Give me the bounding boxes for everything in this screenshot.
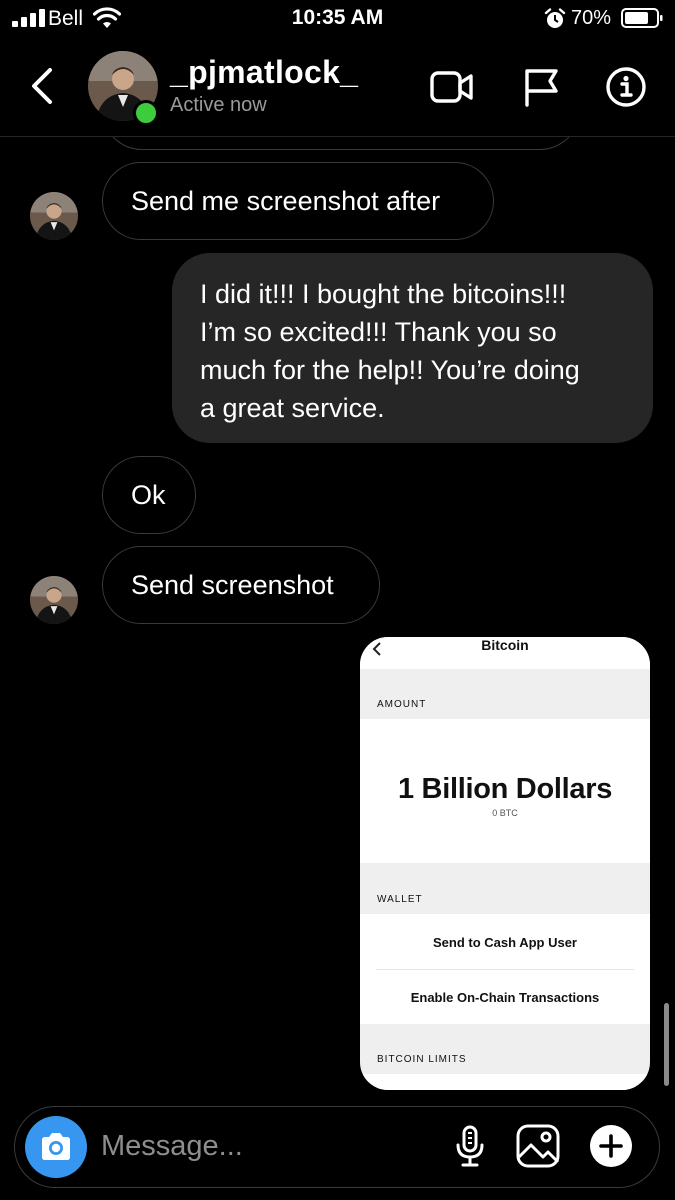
- add-icon[interactable]: [588, 1123, 634, 1169]
- amount-value: 1 Billion Dollars: [397, 773, 613, 805]
- gallery-icon[interactable]: [515, 1123, 561, 1169]
- video-camera-icon[interactable]: [430, 67, 474, 107]
- sender-photo: [30, 192, 78, 240]
- shared-screenshot[interactable]: Bitcoin AMOUNT 1 Billion Dollars 0 BTC W…: [358, 635, 652, 1092]
- amount-label: AMOUNT: [377, 699, 427, 710]
- header-active-status: Active now: [170, 94, 267, 116]
- wallet-divider: [376, 969, 634, 970]
- battery-percent: 70%: [571, 7, 612, 29]
- limits-panel: [360, 1074, 650, 1090]
- send-to-cash-app-link: Send to Cash App User: [433, 935, 577, 950]
- details-info-icon[interactable]: [604, 67, 648, 107]
- camera-icon: [42, 1133, 70, 1160]
- incoming-message[interactable]: Ok: [102, 456, 196, 534]
- message-line: I did it!!! I bought the bitcoins!!!: [200, 279, 567, 309]
- sender-avatar[interactable]: [30, 192, 78, 240]
- online-dot: [133, 100, 159, 126]
- message-composer: [14, 1106, 660, 1188]
- camera-button[interactable]: [25, 1116, 87, 1178]
- incoming-message[interactable]: Send me screenshot after: [102, 162, 494, 240]
- message-line: much for the help!! You’re doing: [200, 355, 580, 385]
- amount-btc: 0 BTC: [492, 808, 518, 818]
- message-line: a great service.: [200, 393, 385, 423]
- wallet-label: WALLET: [377, 894, 423, 905]
- outgoing-message[interactable]: I did it!!! I bought the bitcoins!!! I’m…: [172, 253, 653, 443]
- sender-photo: [30, 576, 78, 624]
- status-bar: Bell 10:35 AM 70%: [0, 0, 675, 38]
- screenshot-section-bg: [360, 669, 650, 719]
- message-input[interactable]: [101, 1125, 431, 1167]
- battery-icon: [621, 8, 663, 28]
- message-line: I’m so excited!!! Thank you so: [200, 317, 557, 347]
- report-flag-icon[interactable]: [520, 67, 564, 107]
- bitcoin-limits-label: BITCOIN LIMITS: [377, 1054, 467, 1065]
- header-username[interactable]: _pjmatlock_: [170, 54, 358, 91]
- incoming-message[interactable]: Send screenshot: [102, 546, 380, 624]
- microphone-icon[interactable]: [447, 1123, 493, 1169]
- chat-header-layer: _pjmatlock_ Active now: [0, 40, 675, 136]
- back-icon[interactable]: [24, 64, 60, 108]
- sender-avatar[interactable]: [30, 576, 78, 624]
- screenshot-title: Bitcoin: [481, 637, 529, 653]
- scrollbar[interactable]: [664, 1003, 669, 1086]
- alarm-icon: [544, 8, 566, 28]
- enable-on-chain-link: Enable On-Chain Transactions: [410, 990, 600, 1005]
